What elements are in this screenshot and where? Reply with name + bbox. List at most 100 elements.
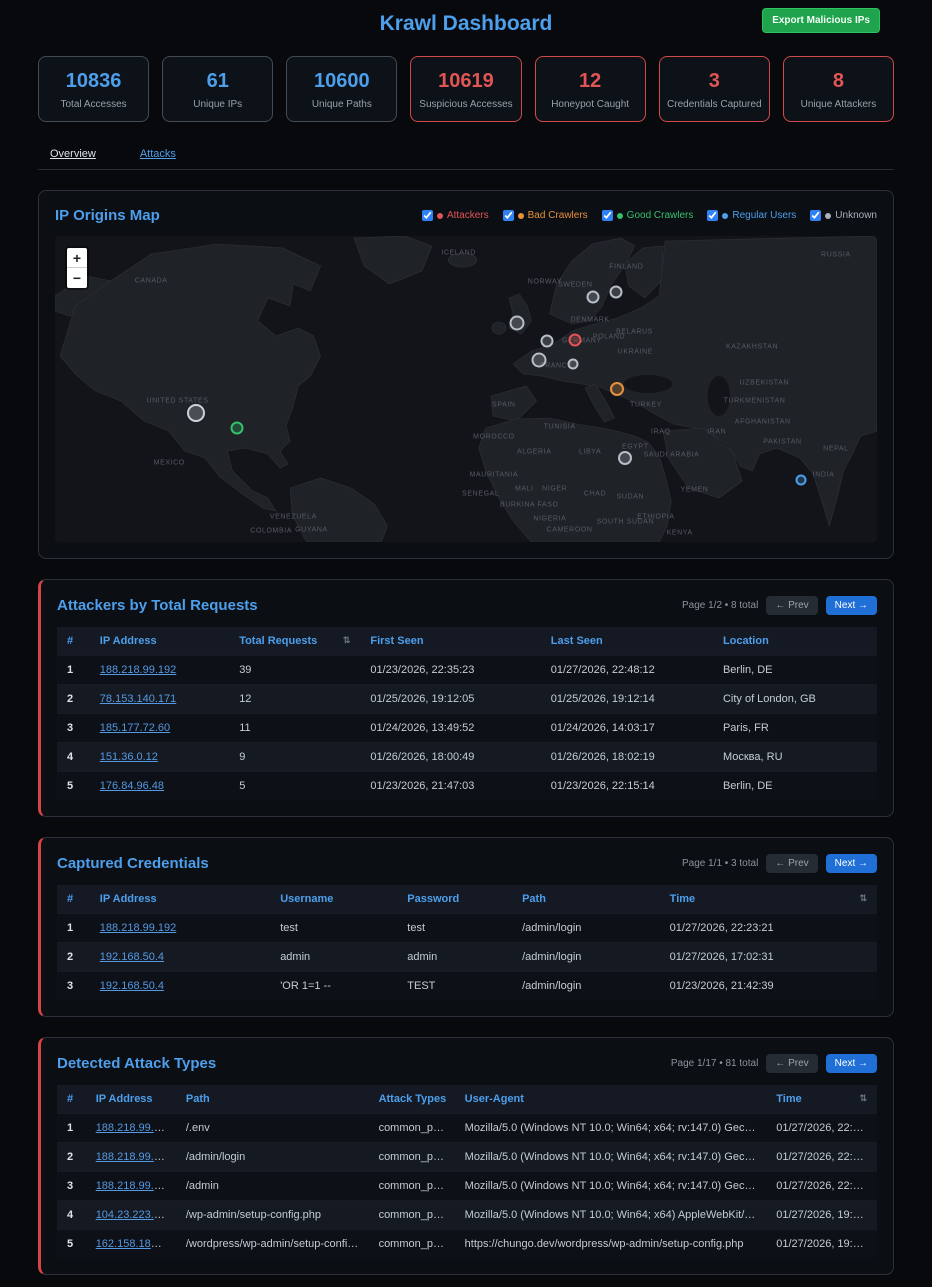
table-row: 5162.158.182.104/wordpress/wp-admin/setu… [57, 1230, 877, 1259]
ip-cell: 176.84.96.48 [90, 772, 229, 801]
legend-checkbox[interactable] [422, 210, 433, 221]
map-country-label: SENEGAL [462, 490, 499, 497]
column-header[interactable]: # [57, 885, 90, 914]
ip-link[interactable]: 188.218.99.192 [96, 1122, 172, 1134]
tab-overview[interactable]: Overview [50, 148, 96, 169]
legend-item-bad-crawlers[interactable]: Bad Crawlers [503, 210, 588, 221]
sort-icon[interactable]: ⇅ [343, 635, 351, 646]
map-canvas[interactable]: + − CANADAUNITED STATESMEXICOICELANDNORW… [55, 236, 877, 542]
legend-checkbox[interactable] [602, 210, 613, 221]
legend-item-unknown[interactable]: Unknown [810, 210, 877, 221]
table-row: 2188.218.99.192/admin/logincommon_probes… [57, 1143, 877, 1172]
column-header[interactable]: Time⇅ [660, 885, 877, 914]
map-marker-good-crawler[interactable] [231, 421, 244, 434]
legend-checkbox[interactable] [503, 210, 514, 221]
stat-label: Suspicious Accesses [415, 99, 516, 110]
next-page-button[interactable]: Next → [826, 1054, 877, 1073]
next-page-button[interactable]: Next → [826, 596, 877, 615]
map-marker-unknown[interactable] [609, 285, 622, 298]
column-header[interactable]: Time⇅ [766, 1085, 877, 1114]
ip-link[interactable]: 192.168.50.4 [100, 980, 164, 992]
column-header[interactable]: Attack Types [369, 1085, 455, 1114]
map-marker-unknown[interactable] [618, 451, 632, 465]
column-header[interactable]: Location [713, 627, 877, 656]
zoom-in-button[interactable]: + [67, 248, 87, 268]
column-header[interactable]: Total Requests⇅ [229, 627, 360, 656]
ip-cell: 192.168.50.4 [90, 972, 270, 1001]
column-header[interactable]: IP Address [86, 1085, 176, 1114]
stat-label: Honeypot Caught [540, 99, 641, 110]
map-marker-unknown[interactable] [532, 352, 547, 367]
map-country-label: IRAQ [651, 429, 671, 436]
map-country-label: INDIA [813, 471, 835, 478]
ip-link[interactable]: 162.158.182.104 [96, 1238, 176, 1250]
cell: common_probes [369, 1230, 455, 1259]
map-country-label: TURKEY [630, 401, 662, 408]
map-marker-unknown[interactable] [567, 358, 578, 369]
cell: 9 [229, 743, 360, 772]
column-header[interactable]: First Seen [360, 627, 540, 656]
cell: 01/26/2026, 18:00:49 [360, 743, 540, 772]
map-marker-unknown[interactable] [187, 404, 205, 422]
map-country-label: TURKMENISTAN [724, 397, 786, 404]
tab-attacks[interactable]: Attacks [140, 148, 176, 169]
map-marker-unknown[interactable] [509, 315, 524, 330]
attack-types-card: Detected Attack Types Page 1/17 • 81 tot… [38, 1037, 894, 1275]
legend-item-attackers[interactable]: Attackers [422, 210, 489, 221]
krawl-dashboard-page: Krawl Dashboard Export Malicious IPs 108… [0, 0, 932, 1287]
map-marker-regular-user[interactable] [795, 474, 806, 485]
legend-item-good-crawlers[interactable]: Good Crawlers [602, 210, 694, 221]
next-page-button[interactable]: Next → [826, 854, 877, 873]
map-country-label: VENEZUELA [270, 513, 317, 520]
ip-link[interactable]: 185.177.72.60 [100, 722, 170, 734]
zoom-out-button[interactable]: − [67, 268, 87, 288]
ip-link[interactable]: 151.36.0.12 [100, 751, 158, 763]
sort-icon[interactable]: ⇅ [859, 893, 867, 904]
ip-link[interactable]: 192.168.50.4 [100, 951, 164, 963]
map-marker-bad-crawler[interactable] [610, 382, 624, 396]
table-row: 2192.168.50.4adminadmin/admin/login01/27… [57, 943, 877, 972]
map-marker-unknown[interactable] [587, 290, 600, 303]
column-header[interactable]: Path [176, 1085, 369, 1114]
map-country-label: YEMEN [681, 486, 709, 493]
export-malicious-ips-button[interactable]: Export Malicious IPs [762, 8, 880, 33]
column-header[interactable]: Username [270, 885, 397, 914]
table-row: 1188.218.99.192/.envcommon_probesMozilla… [57, 1114, 877, 1143]
column-header[interactable]: Path [512, 885, 660, 914]
attack-types-pager: Page 1/17 • 81 total ← Prev Next → [671, 1054, 877, 1073]
ip-link[interactable]: 176.84.96.48 [100, 780, 164, 792]
ip-link[interactable]: 188.218.99.192 [100, 664, 176, 676]
map-zoom-control: + − [65, 246, 89, 290]
ip-link[interactable]: 188.218.99.192 [100, 922, 176, 934]
stat-value: 10600 [291, 70, 392, 93]
ip-link[interactable]: 104.23.223.128 [96, 1209, 172, 1221]
column-header[interactable]: # [57, 627, 90, 656]
prev-page-button[interactable]: ← Prev [766, 854, 817, 873]
legend-checkbox[interactable] [810, 210, 821, 221]
map-country-label: SOUTH SUDAN [597, 519, 655, 526]
cell: 01/24/2026, 14:03:17 [541, 714, 713, 743]
map-marker-unknown[interactable] [540, 334, 553, 347]
legend-checkbox[interactable] [707, 210, 718, 221]
column-header[interactable]: IP Address [90, 885, 270, 914]
credentials-pager: Page 1/1 • 3 total ← Prev Next → [682, 854, 877, 873]
sort-icon[interactable]: ⇅ [859, 1093, 867, 1104]
prev-page-button[interactable]: ← Prev [766, 1054, 817, 1073]
cell: Mozilla/5.0 (Windows NT 10.0; Win64; x64… [455, 1201, 767, 1230]
cell: admin [270, 943, 397, 972]
legend-dot-icon [722, 213, 728, 219]
map-country-label: CANADA [135, 277, 168, 284]
cell: 2 [57, 943, 90, 972]
column-header[interactable]: IP Address [90, 627, 229, 656]
column-header[interactable]: User-Agent [455, 1085, 767, 1114]
ip-link[interactable]: 78.153.140.171 [100, 693, 176, 705]
attack-types-card-header: Detected Attack Types Page 1/17 • 81 tot… [57, 1054, 877, 1073]
ip-link[interactable]: 188.218.99.192 [96, 1151, 172, 1163]
prev-page-button[interactable]: ← Prev [766, 596, 817, 615]
ip-link[interactable]: 188.218.99.192 [96, 1180, 172, 1192]
map-marker-attacker[interactable] [569, 334, 582, 347]
column-header[interactable]: Password [397, 885, 512, 914]
legend-item-regular-users[interactable]: Regular Users [707, 210, 796, 221]
column-header[interactable]: Last Seen [541, 627, 713, 656]
column-header[interactable]: # [57, 1085, 86, 1114]
